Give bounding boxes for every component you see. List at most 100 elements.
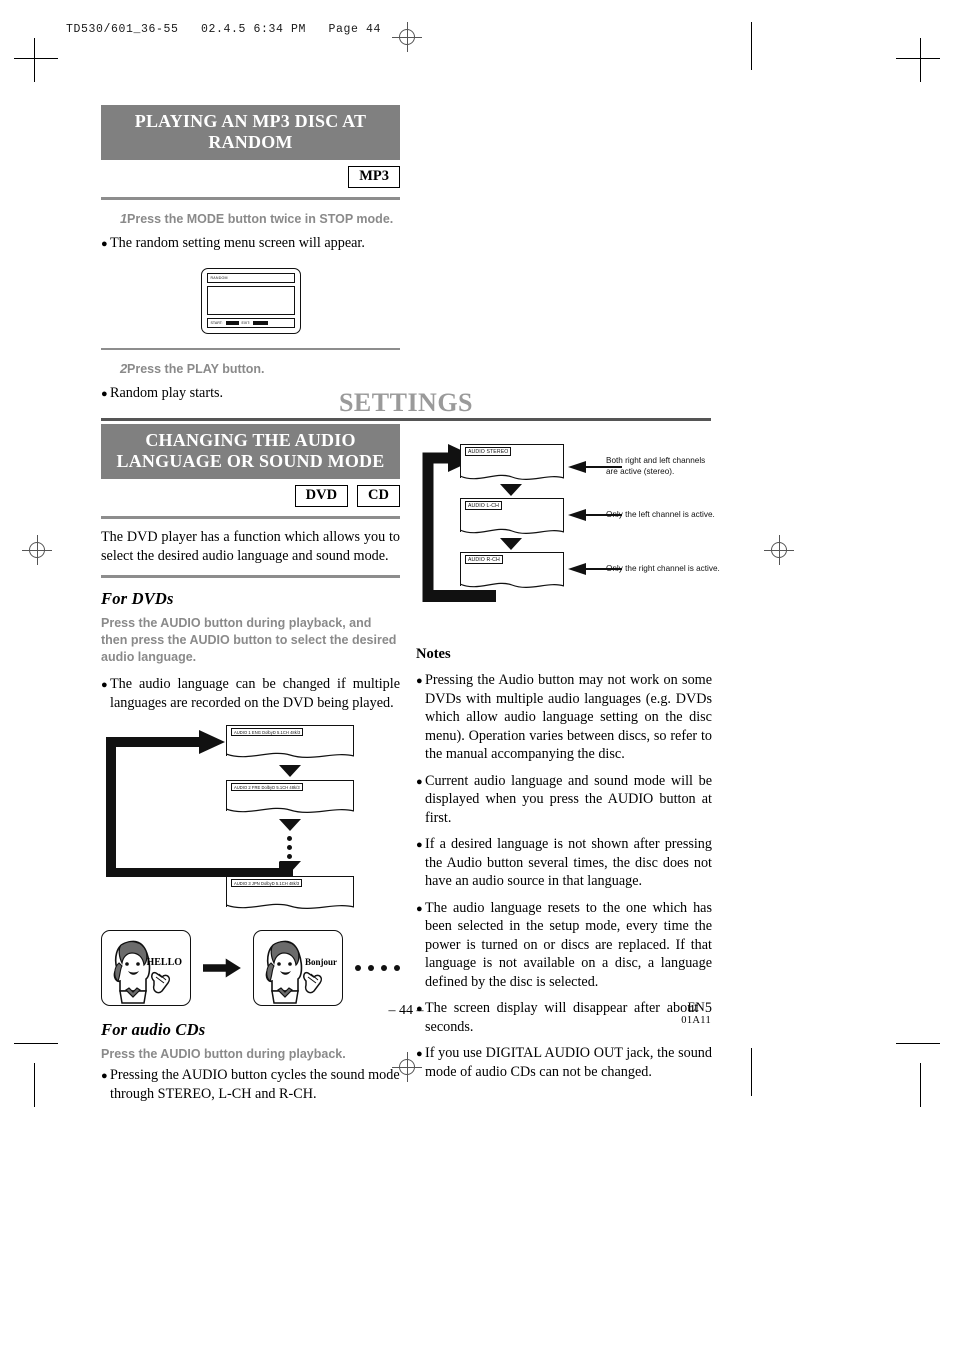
crop-mark-br-h (896, 1043, 940, 1044)
section-banner-mp3-random: PLAYING AN MP3 DISC AT RANDOM (101, 105, 400, 160)
bullet-dot-icon: ● (416, 1048, 423, 1060)
crop-mark-top-center (751, 22, 752, 70)
crop-mark-tl-v (34, 38, 35, 82)
step-2-text: Press the PLAY button. (127, 362, 265, 376)
note-item: ● Current audio language and sound mode … (416, 772, 712, 828)
crop-mark-tr-v (920, 38, 921, 82)
registration-mark-left (22, 535, 52, 565)
badge-mp3: MP3 (348, 166, 400, 188)
bullet-dot-icon: ● (416, 675, 423, 687)
right-arrow-icon (203, 958, 241, 978)
sound-card-lch: AUDIO L-CH (460, 498, 564, 538)
person-waving-icon (113, 940, 171, 1004)
sound-card-rch-label: AUDIO R-CH (465, 555, 503, 564)
torn-edge-icon (226, 807, 354, 813)
bullet-text: The random setting menu screen will appe… (110, 235, 365, 251)
bullet-cd-sound-mode: ● Pressing the AUDIO button cycles the s… (101, 1066, 400, 1103)
osd-random-screen-wrap: RANDOM START: PLAY EXIT: MODE (101, 268, 400, 334)
sound-card-stereo-label: AUDIO STEREO (465, 447, 512, 456)
note-item: ● If you use DIGITAL AUDIO OUT jack, the… (416, 1044, 712, 1081)
flow-arrow-2 (279, 819, 301, 831)
flow-card-1-label: AUDIO 1 ENG DolbyD 5.1CH 48k/3 (231, 728, 304, 736)
flow-card-1: AUDIO 1 ENG DolbyD 5.1CH 48k/3 (226, 725, 354, 763)
note-text: Current audio language and sound mode wi… (425, 772, 712, 826)
torn-edge-icon (460, 582, 564, 589)
badge-cd: CD (357, 485, 400, 507)
note-text: If you use DIGITAL AUDIO OUT jack, the s… (425, 1045, 712, 1080)
settings-intro-paragraph: The DVD player has a function which allo… (101, 529, 400, 564)
bullet-dot-icon: ● (101, 679, 108, 691)
subheading-for-audio-cds: For audio CDs (101, 1020, 206, 1039)
osd-start-label: START: (210, 321, 223, 325)
bullet-dot-icon: ● (101, 1070, 108, 1082)
note-text: Pressing the Audio button may not work o… (425, 672, 712, 762)
sound-card-stereo: AUDIO STEREO (460, 444, 564, 484)
crop-mark-bottom-center (751, 1048, 752, 1096)
sound-card-rch: AUDIO R-CH (460, 552, 564, 592)
step-1-text: Press the MODE button twice in STOP mode… (127, 212, 394, 226)
person-card-bonjour-word: Bonjour (304, 957, 337, 967)
person-card-bonjour: Bonjour (252, 930, 343, 1006)
step-2: 2 Press the PLAY button. (101, 361, 400, 377)
note-item: ● Pressing the Audio button may not work… (416, 671, 712, 764)
crop-mark-tr-h (896, 58, 940, 59)
left-column: PLAYING AN MP3 DISC AT RANDOM MP3 1 Pres… (101, 105, 400, 404)
bullet-random-menu: ● The random setting menu screen will ap… (101, 234, 400, 254)
bullet-dot-icon: ● (416, 839, 423, 851)
step-1: 1 Press the MODE button twice in STOP mo… (101, 211, 400, 227)
note-item: ● If a desired language is not shown aft… (416, 835, 712, 891)
footer-code: 01A11 (681, 1015, 711, 1026)
divider-rule-4 (101, 575, 400, 578)
manual-page: TD530/601_36-55 02.4.5 6:34 PM Page 44 P… (0, 0, 954, 1349)
sound-flow-arrow-2 (500, 538, 522, 550)
note-item: ● The audio language resets to the one w… (416, 899, 712, 992)
settings-divider (101, 418, 711, 421)
registration-mark-top (392, 22, 422, 52)
bullet-dot-icon: ● (416, 902, 423, 915)
crop-mark-tl-h (14, 58, 58, 59)
notes-title: Notes (416, 646, 451, 662)
osd-start-key: PLAY (225, 321, 239, 325)
bullet-dot-icon: ● (416, 775, 423, 788)
flow-card-2: AUDIO 2 FRE DolbyD 5.1CH 48k/3 (226, 780, 354, 818)
flow-arrow-1 (279, 765, 301, 777)
osd-exit-key: MODE (253, 321, 268, 325)
flow-ellipsis-dots (287, 836, 292, 859)
footer-language-block: EN 01A11 (681, 1000, 711, 1028)
for-cds-instruction: Press the AUDIO button during playback. (101, 1047, 346, 1061)
step-2-number: 2 (120, 361, 128, 376)
bullet-multiple-languages: ● The audio language can be changed if m… (101, 675, 400, 712)
registration-mark-right (764, 535, 794, 565)
section-banner-audio-language: CHANGING THE AUDIO LANGUAGE OR SOUND MOD… (101, 424, 400, 479)
bullet-text: Pressing the AUDIO button cycles the sou… (110, 1067, 400, 1102)
media-badges-dvd-cd: DVD CD (101, 485, 400, 507)
left-column-lower: CHANGING THE AUDIO LANGUAGE OR SOUND MOD… (101, 424, 400, 1103)
note-text: If a desired language is not shown after… (425, 836, 712, 889)
callout-text-lch: Only the left channel is active. (606, 510, 715, 519)
running-head: TD530/601_36-55 02.4.5 6:34 PM Page 44 (66, 23, 382, 36)
torn-edge-icon (226, 903, 354, 909)
divider-rule-2 (101, 348, 400, 350)
media-badges-mp3: MP3 (101, 166, 400, 188)
divider-rule-3 (101, 516, 400, 519)
osd-title-bar: RANDOM (206, 273, 295, 283)
person-card-hello: HELLO (101, 930, 192, 1006)
footer-language: EN (687, 999, 705, 1014)
for-dvds-instruction: Press the AUDIO button during playback, … (101, 616, 397, 664)
osd-footer-bar: START: PLAY EXIT: MODE (206, 318, 295, 328)
callout-text-stereo: Both right and left channels are active … (606, 456, 706, 476)
crop-mark-bl-h (14, 1043, 58, 1044)
page-number: – 44 – (388, 1003, 424, 1018)
flow-card-3-label: AUDIO 3 JPN DolbyD 5.1CH 48k/3 (231, 879, 303, 887)
flow-arrow-3 (279, 861, 301, 873)
osd-random-screen: RANDOM START: PLAY EXIT: MODE (200, 268, 301, 334)
illustration-ellipsis-dots (355, 965, 400, 971)
crop-mark-bl-v (34, 1063, 35, 1107)
torn-edge-icon (226, 752, 354, 758)
divider-rule (101, 197, 400, 200)
audio-language-flow-diagram: AUDIO 1 ENG DolbyD 5.1CH 48k/3 AUDIO 2 F… (101, 722, 400, 882)
bullet-dot-icon: ● (101, 238, 108, 250)
person-waving-icon (265, 940, 322, 1004)
person-card-hello-word: HELLO (146, 957, 183, 968)
osd-body-area (206, 286, 295, 315)
